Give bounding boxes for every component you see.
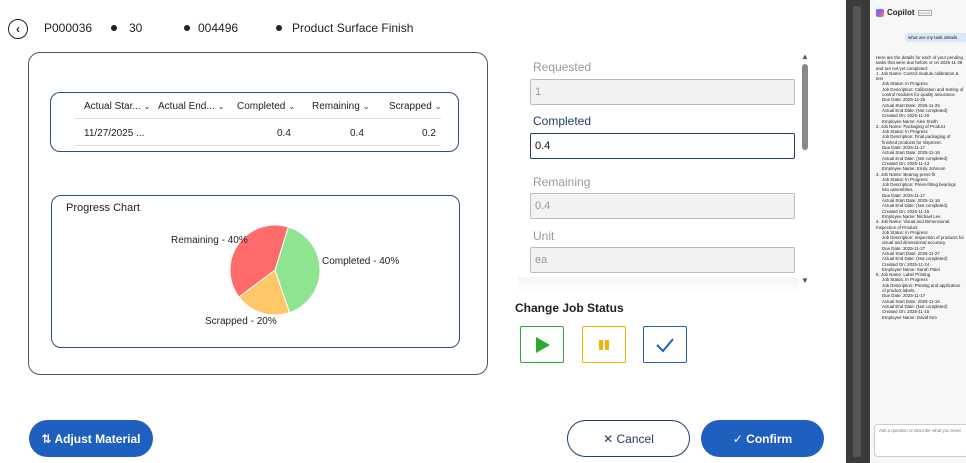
preview-badge: preview: [917, 9, 932, 16]
column-label: Actual End...: [158, 101, 215, 112]
row-divider: [75, 145, 441, 146]
response-line: 1. Job Name: Control module calibration …: [876, 70, 959, 82]
pie-label-remaining: Remaining - 40%: [171, 235, 248, 246]
completed-label: Completed: [533, 114, 592, 128]
column-header-actual-start[interactable]: Actual Star... ⌄: [84, 101, 150, 112]
pause-job-button[interactable]: [582, 326, 626, 363]
header-bar: ‹ P000036 30 004496 Product Surface Fini…: [0, 0, 846, 54]
remaining-field[interactable]: 0.4: [530, 193, 795, 219]
column-label: Actual Star...: [84, 101, 141, 112]
column-header-completed[interactable]: Completed ⌄: [237, 101, 295, 112]
column-label: Completed: [237, 101, 286, 112]
scroll-fade: [518, 277, 798, 295]
operation-number: 30: [129, 21, 143, 35]
scroll-down-icon[interactable]: ▼: [801, 276, 809, 285]
remaining-label: Remaining: [533, 175, 591, 189]
unit-field[interactable]: ea: [530, 247, 795, 273]
response-line: Job Description: Final packaging of fini…: [882, 134, 951, 145]
job-detail-app: ‹ P000036 30 004496 Product Surface Fini…: [0, 0, 846, 463]
back-button[interactable]: ‹: [8, 19, 28, 39]
pie-label-completed: Completed - 40%: [322, 256, 400, 267]
completed-input[interactable]: 0.4: [530, 133, 795, 159]
cell-actual-start: 11/27/2025 ...: [84, 128, 145, 139]
requested-label: Requested: [533, 60, 592, 74]
checkmark-icon: [656, 337, 674, 352]
chevron-down-icon: ⌄: [143, 102, 151, 111]
chevron-down-icon: ⌄: [362, 102, 370, 111]
column-header-scrapped[interactable]: Scrapped ⌄: [389, 101, 442, 112]
pause-icon: [599, 339, 609, 350]
column-header-actual-end[interactable]: Actual End... ⌄: [158, 101, 224, 112]
response-line: Job Description: Printing and applicatio…: [882, 282, 961, 294]
column-label: Remaining: [312, 101, 360, 112]
column-label: Scrapped: [389, 101, 432, 112]
chevron-down-icon: ⌄: [434, 102, 442, 111]
pie-label-scrapped: Scrapped - 20%: [205, 316, 277, 327]
requested-field[interactable]: 1: [530, 79, 795, 105]
header-divider: [75, 118, 441, 119]
copilot-panel: Copilot preview what are my task details…: [871, 0, 966, 463]
change-status-title: Change Job Status: [515, 301, 624, 315]
order-id: P000036: [44, 21, 93, 35]
cancel-button[interactable]: ✕ Cancel: [567, 420, 690, 457]
confirm-button[interactable]: ✓ Confirm: [701, 420, 824, 457]
step-name: Product Surface Finish: [292, 21, 414, 35]
separator-dot: [111, 25, 117, 31]
chevron-left-icon: ‹: [16, 22, 20, 36]
copilot-input[interactable]: Ask a question or describe what you need: [874, 424, 966, 457]
cell-remaining: 0.4: [350, 128, 364, 139]
column-header-remaining[interactable]: Remaining ⌄: [312, 101, 370, 112]
copilot-header: Copilot preview: [876, 8, 932, 17]
chevron-down-icon: ⌄: [288, 102, 296, 111]
response-intro: Here are the details for each of your pe…: [876, 55, 963, 71]
cell-completed: 0.4: [277, 128, 291, 139]
copilot-logo-icon: [876, 8, 884, 17]
scroll-up-icon[interactable]: ▲: [801, 52, 809, 61]
play-icon: [536, 336, 550, 353]
complete-job-button[interactable]: [643, 326, 687, 363]
response-line: Job Description: Press-fitting bearings …: [882, 182, 956, 193]
response-line: Job Description: Inspection of products …: [882, 235, 965, 246]
job-id: 004496: [198, 21, 239, 35]
adjust-material-button[interactable]: ⇅ Adjust Material: [29, 420, 153, 457]
response-line: Employee Name: David Kim: [882, 314, 937, 320]
user-message: what are my task details: [905, 33, 966, 42]
separator-dot: [184, 25, 190, 31]
start-job-button[interactable]: [520, 326, 564, 363]
chevron-down-icon: ⌄: [217, 102, 225, 111]
form-scrollbar-thumb[interactable]: [802, 64, 808, 150]
response-line: 4. Job Name: Visual and Dimensional Insp…: [876, 219, 950, 230]
copilot-title: Copilot: [887, 8, 915, 17]
separator-dot: [276, 25, 282, 31]
panel-splitter-handle[interactable]: [853, 6, 861, 457]
cell-scrapped: 0.2: [422, 128, 436, 139]
response-line: Job Description: Calibration and testing…: [882, 86, 964, 98]
chart-title: Progress Chart: [66, 202, 140, 214]
copilot-response: Here are the details for each of your pe…: [876, 55, 964, 320]
unit-label: Unit: [533, 229, 555, 243]
